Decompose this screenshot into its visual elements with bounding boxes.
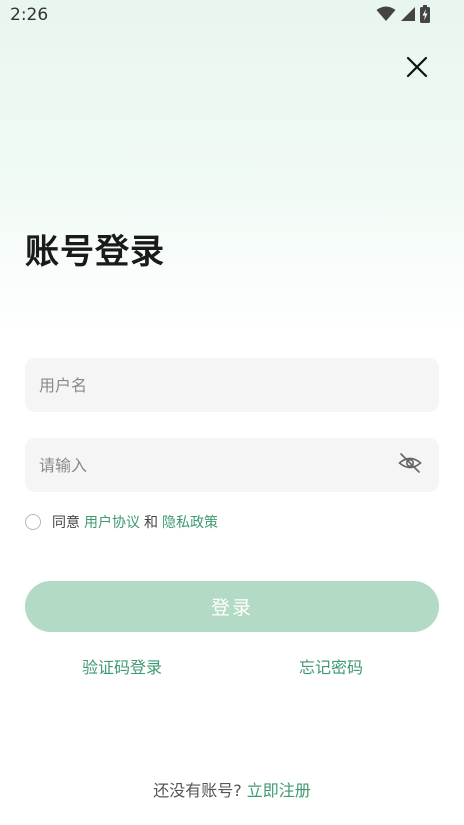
agreement-row: 同意 用户协议 和 隐私政策 — [25, 511, 222, 533]
register-row: 还没有账号? 立即注册 — [0, 777, 464, 801]
privacy-policy-link[interactable]: 隐私政策 — [162, 512, 218, 532]
battery-charging-icon — [420, 5, 430, 27]
wifi-icon — [376, 6, 396, 26]
status-icons — [376, 5, 430, 27]
username-field[interactable] — [25, 358, 439, 412]
sms-login-link[interactable]: 验证码登录 — [82, 654, 162, 678]
forgot-password-link[interactable]: 忘记密码 — [299, 654, 363, 678]
password-field[interactable] — [25, 438, 439, 492]
status-time: 2:26 — [10, 5, 49, 25]
password-input[interactable] — [39, 438, 379, 492]
user-agreement-link[interactable]: 用户协议 — [84, 512, 140, 532]
no-account-text: 还没有账号? — [153, 781, 242, 800]
username-input[interactable] — [39, 358, 379, 412]
agreement-prefix: 同意 — [52, 515, 80, 531]
status-bar: 2:26 — [0, 0, 464, 32]
agreement-checkbox[interactable] — [25, 514, 41, 530]
signal-icon — [400, 6, 416, 26]
close-button[interactable] — [402, 54, 432, 84]
password-visibility-toggle[interactable] — [397, 452, 423, 478]
register-link[interactable]: 立即注册 — [247, 781, 311, 800]
close-icon — [406, 56, 428, 82]
agreement-conjunction: 和 — [144, 515, 158, 531]
eye-off-icon — [398, 451, 422, 479]
login-button[interactable]: 登录 — [25, 581, 439, 632]
page-title: 账号登录 — [25, 232, 165, 272]
